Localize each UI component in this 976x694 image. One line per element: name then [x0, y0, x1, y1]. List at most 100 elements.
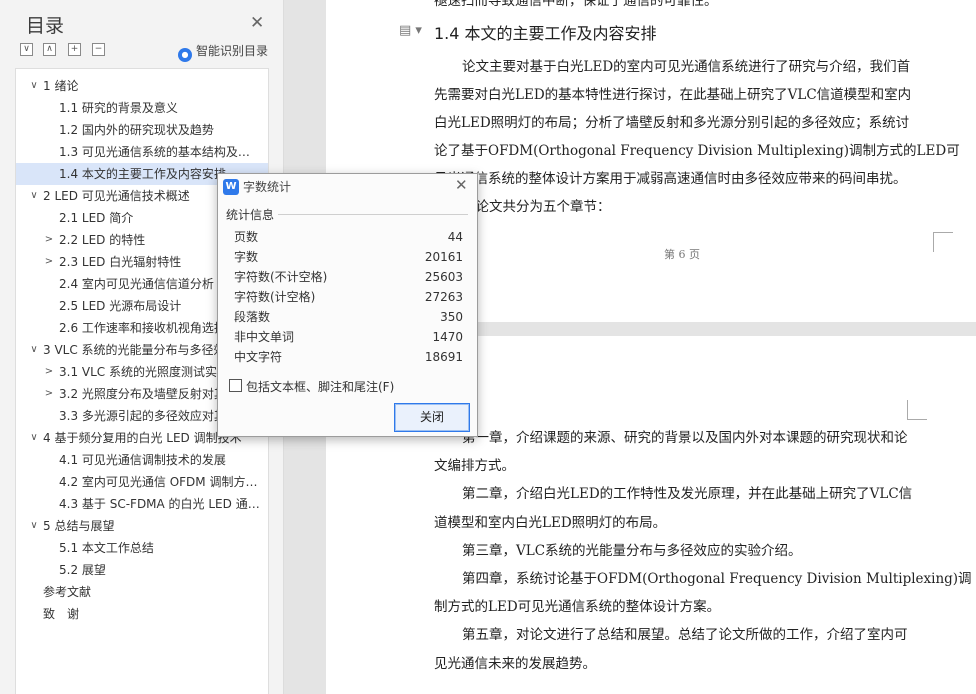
toc-item-label: 3.2 光照度分布及墙壁反射对其 [59, 387, 226, 401]
dialog-title: 字数统计 [243, 180, 292, 194]
chevron-right-icon[interactable]: > [43, 229, 55, 251]
stat-value: 25603 [424, 270, 463, 284]
toc-item-label: 3.3 多光源引起的多径效应对其 [59, 409, 226, 423]
page-footer: 第 6 页 [664, 248, 700, 261]
stat-label: 字符数(计空格) [234, 290, 316, 304]
stat-row: 中文字符 18691 [234, 347, 463, 367]
toc-item-label: 2.6 工作速率和接收机视角选择 [59, 321, 226, 335]
toc-item[interactable]: 4.3 基于 SC-FDMA 的白光 LED 通… [16, 493, 268, 515]
chevron-down-icon[interactable]: ∨ [28, 515, 40, 537]
margin-corner-mark [933, 232, 953, 252]
doc-paragraph-line: 本论文共分为五个章节： [462, 199, 611, 215]
toc-item[interactable]: 1.1 研究的背景及意义 [16, 97, 268, 119]
stat-row: 页数 44 [234, 227, 463, 247]
toc-item[interactable]: 1.3 可见光通信系统的基本结构及… [16, 141, 268, 163]
toc-item-label: 2.5 LED 光源布局设计 [59, 299, 182, 313]
chevron-right-icon[interactable]: > [43, 383, 55, 405]
smart-toc-label: 智能识别目录 [196, 44, 269, 58]
stat-value: 44 [447, 230, 463, 244]
toc-item-label: 4.3 基于 SC-FDMA 的白光 LED 通… [59, 497, 260, 511]
doc-paragraph-line: 第一章，介绍课题的来源、研究的背景以及国内外对本课题的研究现状和论 [462, 430, 908, 446]
document-icon[interactable]: ▤ ▾ [399, 23, 422, 38]
include-footnotes-label[interactable]: 包括文本框、脚注和尾注(F) [246, 378, 394, 395]
toc-item-label: 2.3 LED 白光辐射特性 [59, 255, 182, 269]
chevron-right-icon[interactable]: > [43, 361, 55, 383]
toc-item-label: 2.2 LED 的特性 [59, 233, 146, 247]
doc-paragraph-line: 文编排方式。 [434, 458, 515, 475]
doc-paragraph-line: 论了基于OFDM(Orthogonal Frequency Division M… [434, 143, 960, 159]
stat-row: 段落数 350 [234, 307, 463, 327]
doc-paragraph-line: 褪速扫而导致通信中断，保证了通信的可靠性。 [434, 0, 718, 9]
toc-item-label: 2.1 LED 简介 [59, 211, 134, 225]
toc-item-label: 5 总结与展望 [43, 519, 115, 533]
word-count-dialog: W 字数统计 ✕ 统计信息 页数 44 字数 20161 字符数(不计空格) 25603 字… [217, 173, 478, 437]
chevron-down-icon[interactable]: ∨ [28, 185, 40, 207]
doc-paragraph-line: 第二章，介绍白光LED的工作特性及发光原理，并在此基础上研究了VLC信 [462, 486, 913, 503]
doc-paragraph-line: 道模型和室内白光LED照明灯的布局。 [434, 514, 667, 531]
stat-label: 字符数(不计空格) [234, 270, 328, 284]
doc-paragraph-line: 见光通信系统的整体设计方案用于减弱高速通信时由多径效应带来的码间串扰。 [434, 171, 907, 187]
remove-heading-icon[interactable]: − [92, 43, 105, 56]
chevron-right-icon[interactable]: > [43, 251, 55, 273]
toc-item-label: 致 谢 [43, 607, 80, 621]
toc-item-label: 1.1 研究的背景及意义 [59, 101, 178, 115]
toc-item[interactable]: 致 谢 [16, 603, 268, 625]
wps-logo-icon: W [223, 179, 239, 195]
stat-label: 非中文单词 [234, 330, 295, 344]
toc-item[interactable]: 5.2 展望 [16, 559, 268, 581]
stat-label: 段落数 [234, 310, 271, 324]
stat-label: 页数 [234, 230, 259, 244]
close-button[interactable]: 关闭 [394, 403, 470, 432]
toc-item-label: 2 LED 可见光通信技术概述 [43, 189, 190, 203]
toc-item-label: 5.1 本文工作总结 [59, 541, 154, 555]
stats-section-label: 统计信息 [226, 208, 275, 222]
toc-item-label: 1 绪论 [43, 79, 79, 93]
divider [278, 214, 468, 215]
chevron-down-icon[interactable]: ∨ [28, 427, 40, 449]
add-heading-icon[interactable]: + [68, 43, 81, 56]
stat-value: 20161 [424, 250, 463, 264]
toc-item[interactable]: 参考文献 [16, 581, 268, 603]
close-icon[interactable]: ✕ [250, 13, 264, 33]
toc-item[interactable]: ∨ 1 绪论 [16, 75, 268, 97]
stat-value: 27263 [424, 290, 463, 304]
expand-all-icon[interactable]: ∨ [20, 43, 33, 56]
include-footnotes-checkbox[interactable] [229, 379, 242, 392]
margin-corner-mark [907, 400, 927, 420]
toc-item-label: 4.2 室内可见光通信 OFDM 调制方… [59, 475, 258, 489]
stat-value: 350 [440, 310, 463, 324]
chevron-down-icon[interactable]: ∨ [28, 339, 40, 361]
collapse-all-icon[interactable]: ∧ [43, 43, 56, 56]
smart-toc-button[interactable]: ● 智能识别目录 [178, 42, 268, 62]
toc-item-label: 4.1 可见光通信调制技术的发展 [59, 453, 226, 467]
doc-paragraph-line: 论文主要对基于白光LED的室内可见光通信系统进行了研究与介绍，我们首 [462, 59, 911, 75]
doc-paragraph-line: 白光LED照明灯的布局；分析了墙壁反射和多光源分别引起的多径效应；系统讨 [434, 115, 910, 131]
doc-paragraph-line: 第五章，对论文进行了总结和展望。总结了论文所做的工作，介绍了室内可 [462, 627, 908, 644]
section-heading: 1.4 本文的主要工作及内容安排 [434, 24, 657, 43]
doc-paragraph-line: 见光通信未来的发展趋势。 [434, 655, 596, 672]
close-icon[interactable]: ✕ [455, 176, 468, 194]
toc-item[interactable]: 4.1 可见光通信调制技术的发展 [16, 449, 268, 471]
toc-item[interactable]: ∨ 5 总结与展望 [16, 515, 268, 537]
toc-item[interactable]: 5.1 本文工作总结 [16, 537, 268, 559]
toc-item-label: 4 基于频分复用的白光 LED 调制技术 [43, 431, 242, 445]
doc-paragraph-line: 第三章，VLC系统的光能量分布与多径效应的实验介绍。 [462, 542, 802, 559]
stat-label: 中文字符 [234, 350, 283, 364]
toc-item-label: 5.2 展望 [59, 563, 106, 577]
toc-item-label: 2.4 室内可见光通信信道分析 [59, 277, 214, 291]
stat-value: 18691 [424, 350, 463, 364]
toc-item-label: 1.2 国内外的研究现状及趋势 [59, 123, 214, 137]
chevron-down-icon[interactable]: ∨ [28, 75, 40, 97]
toc-item[interactable]: 1.2 国内外的研究现状及趋势 [16, 119, 268, 141]
toc-item-label: 1.4 本文的主要工作及内容安排 [59, 167, 226, 181]
smart-toc-icon: ● [178, 48, 192, 62]
doc-paragraph-line: 制方式的LED可见光通信系统的整体设计方案。 [434, 599, 721, 616]
toc-item-label: 3.1 VLC 系统的光照度测试实验 [59, 365, 229, 379]
stat-row: 非中文单词 1470 [234, 327, 463, 347]
toc-title: 目录 [26, 15, 65, 37]
toc-item[interactable]: 4.2 室内可见光通信 OFDM 调制方… [16, 471, 268, 493]
stat-row: 字符数(计空格) 27263 [234, 287, 463, 307]
toc-item-label: 3 VLC 系统的光能量分布与多径效应 [43, 343, 238, 357]
stat-label: 字数 [234, 250, 259, 264]
toc-item-label: 参考文献 [43, 585, 92, 599]
